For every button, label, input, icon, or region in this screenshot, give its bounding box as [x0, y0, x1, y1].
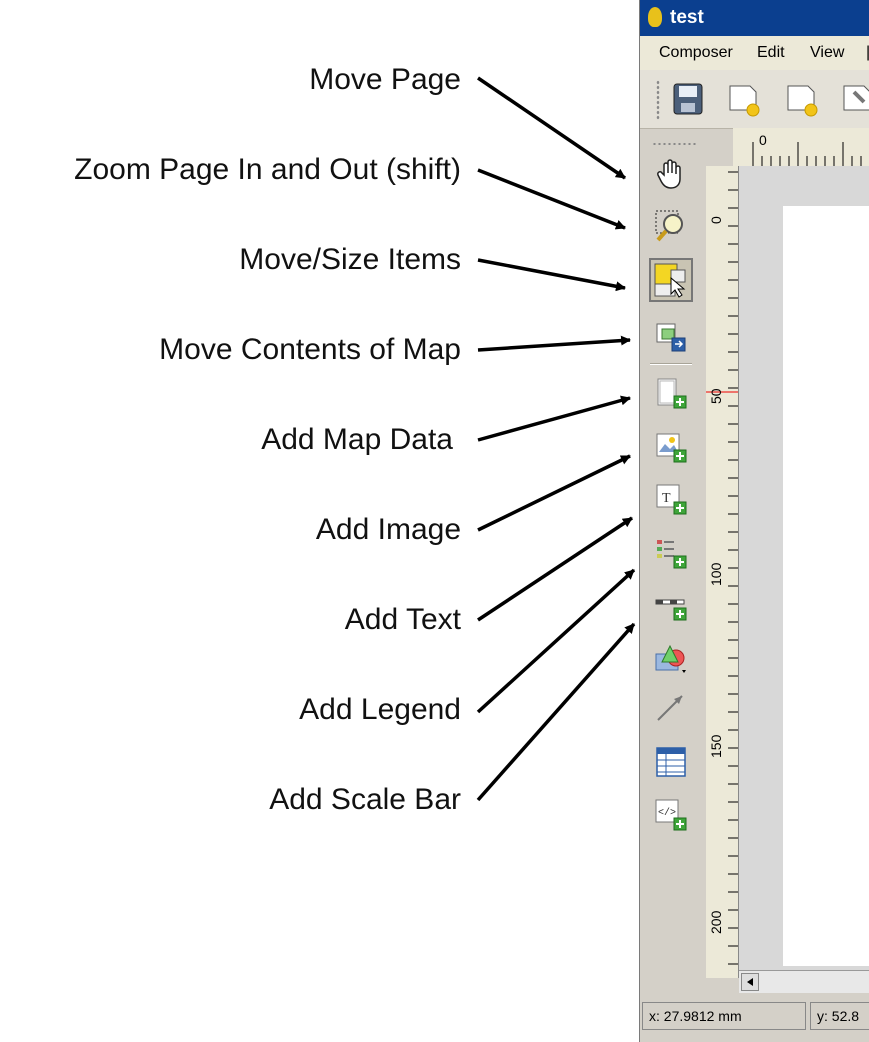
arrow-add-image — [477, 454, 631, 532]
arrow-move-page — [477, 76, 626, 180]
arrow-add-scale-bar — [476, 622, 636, 802]
arrow-move-size-items — [477, 258, 626, 292]
arrow-add-text — [477, 516, 633, 622]
callout-arrows — [476, 76, 636, 802]
arrow-move-contents-of-map — [477, 335, 631, 352]
arrow-zoom-page — [477, 168, 626, 230]
arrow-add-map-data — [477, 395, 631, 442]
arrow-add-legend — [476, 568, 636, 714]
